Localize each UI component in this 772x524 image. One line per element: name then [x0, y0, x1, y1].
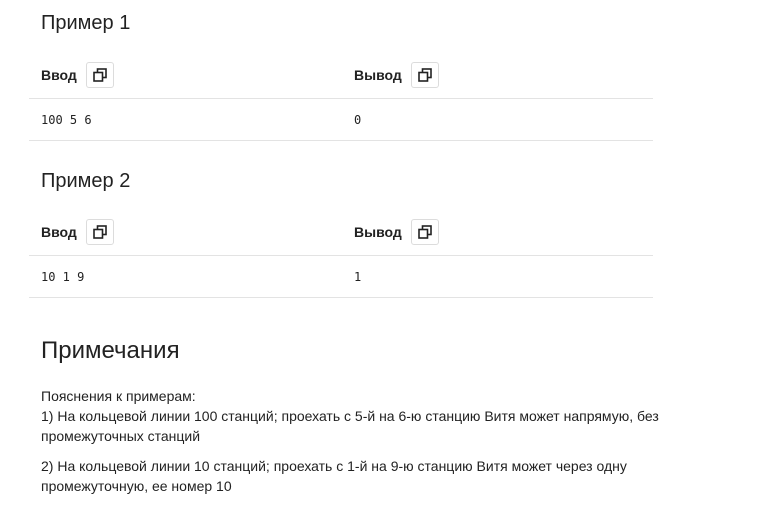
copy-input-button[interactable] [85, 62, 114, 88]
input-label: Ввод [41, 67, 77, 83]
example-2-table: Ввод Вывод 10 1 9 1 [29, 209, 653, 298]
example-1-title: Пример 1 [41, 12, 131, 34]
example-2-title: Пример 2 [41, 170, 131, 192]
example-1-header-row: Ввод Вывод [29, 52, 653, 99]
output-header: Вывод [354, 52, 439, 98]
input-value: 10 1 9 [41, 269, 85, 284]
example-2-data-row: 10 1 9 1 [29, 256, 653, 298]
example-1-data-row: 100 5 6 0 [29, 99, 653, 141]
output-label: Вывод [354, 224, 402, 240]
notes-line-1: 1) На кольцевой линии 100 станций; проех… [41, 408, 659, 444]
output-value: 1 [354, 269, 362, 284]
notes-title: Примечания [41, 337, 180, 364]
notes-intro: Пояснения к примерам: [41, 388, 196, 404]
notes-line-2: 2) На кольцевой линии 10 станций; проеха… [41, 458, 627, 494]
input-label: Ввод [41, 224, 77, 240]
example-1-table: Ввод Вывод 100 5 6 0 [29, 52, 653, 141]
output-header: Вывод [354, 209, 439, 255]
copy-icon [417, 68, 432, 82]
output-label: Вывод [354, 67, 402, 83]
copy-output-button[interactable] [410, 219, 439, 245]
copy-icon [417, 225, 432, 239]
copy-icon [92, 225, 107, 239]
copy-input-button[interactable] [85, 219, 114, 245]
input-header: Ввод [41, 209, 114, 255]
input-header: Ввод [41, 52, 114, 98]
output-value: 0 [354, 112, 362, 127]
example-2-header-row: Ввод Вывод [29, 209, 653, 256]
copy-output-button[interactable] [410, 62, 439, 88]
copy-icon [92, 68, 107, 82]
input-value: 100 5 6 [41, 112, 92, 127]
